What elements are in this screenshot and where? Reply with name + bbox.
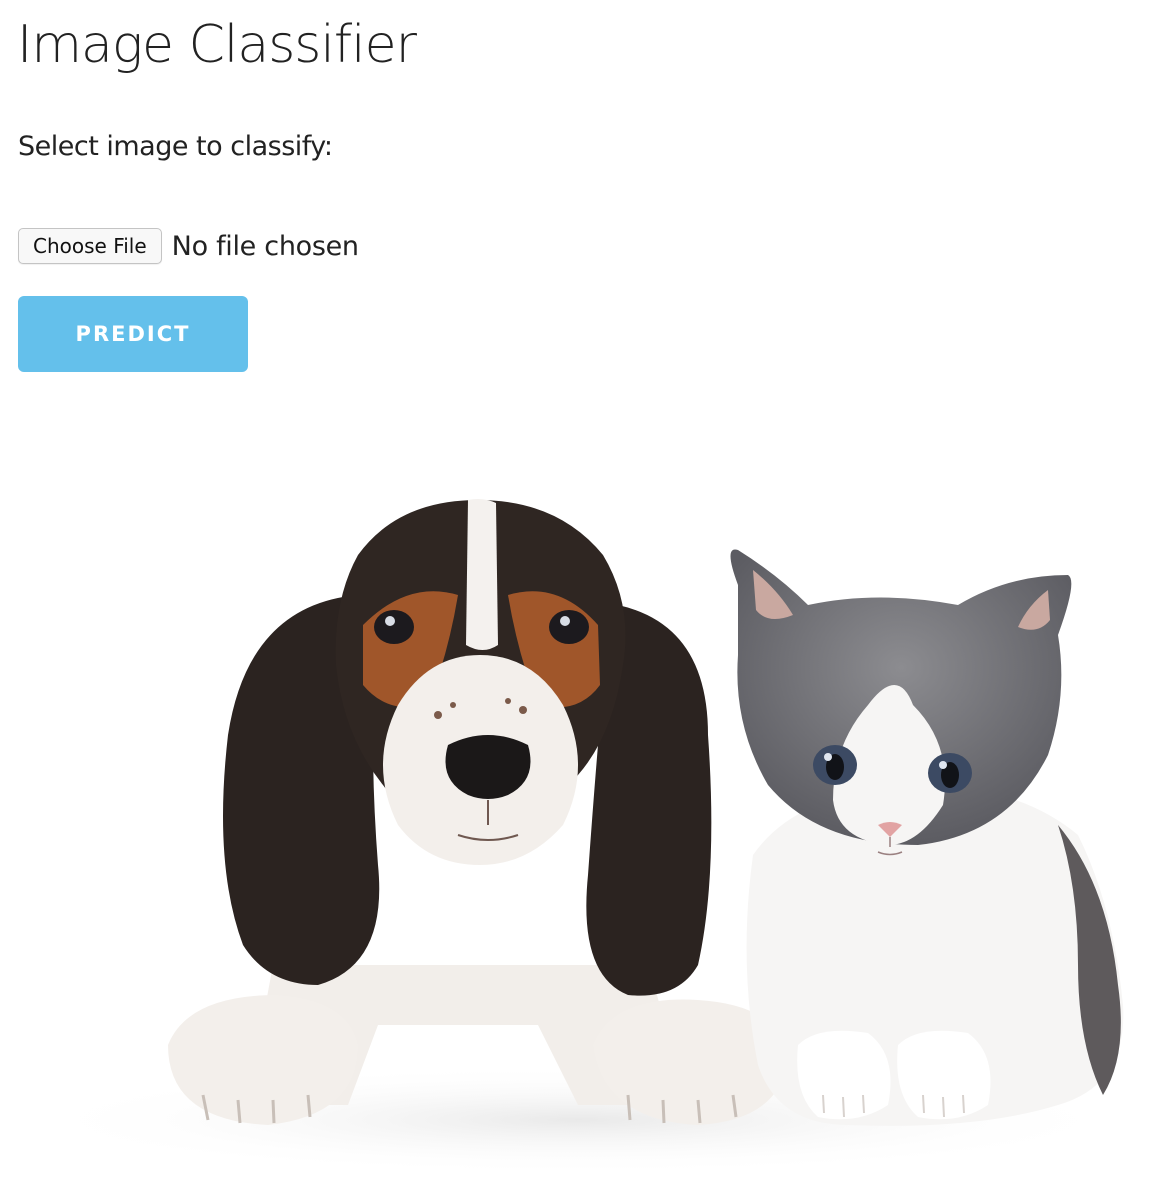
puppy-figure bbox=[168, 499, 788, 1125]
page-title: Image Classifier bbox=[17, 15, 417, 75]
choose-file-button[interactable]: Choose File bbox=[18, 228, 162, 264]
predict-button[interactable]: PREDICT bbox=[18, 296, 248, 372]
file-input[interactable]: Choose File No file chosen bbox=[18, 226, 359, 266]
kitten-figure bbox=[730, 549, 1124, 1126]
select-image-label: Select image to classify: bbox=[18, 131, 333, 162]
file-status-text: No file chosen bbox=[171, 230, 359, 262]
preview-image bbox=[18, 405, 1158, 1192]
